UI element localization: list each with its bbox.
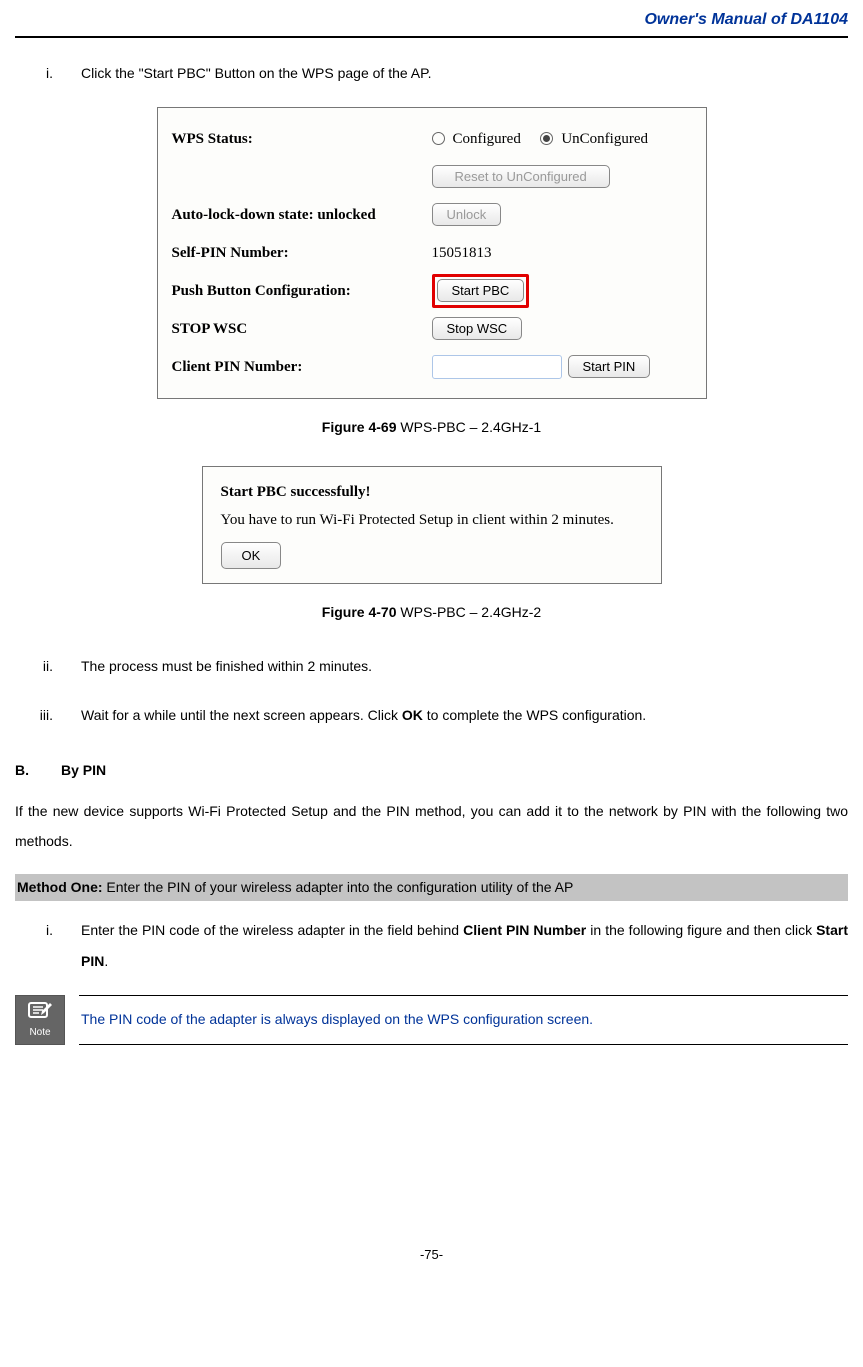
step-ii: ii. The process must be finished within … bbox=[33, 651, 848, 682]
pin-step-i: i. Enter the PIN code of the wireless ad… bbox=[33, 915, 848, 977]
stop-wsc-row: STOP WSC Stop WSC bbox=[172, 312, 692, 346]
manual-title: Owner's Manual of DA1104 bbox=[644, 11, 848, 28]
start-pbc-highlight: Start PBC bbox=[432, 274, 530, 308]
auto-lock-label: Auto-lock-down state: unlocked bbox=[172, 204, 432, 227]
pin-step-i-num: i. bbox=[33, 915, 81, 977]
reset-row: Reset to UnConfigured bbox=[172, 160, 692, 194]
stop-wsc-label: STOP WSC bbox=[172, 318, 432, 341]
start-pin-button[interactable]: Start PIN bbox=[568, 355, 651, 378]
pbc-row: Push Button Configuration: Start PBC bbox=[172, 274, 692, 308]
note-icon-label: Note bbox=[29, 1025, 50, 1040]
step-iii-text: Wait for a while until the next screen a… bbox=[81, 700, 848, 731]
start-pbc-button[interactable]: Start PBC bbox=[437, 279, 525, 302]
client-pin-row: Client PIN Number: Start PIN bbox=[172, 350, 692, 384]
dialog-ok-button[interactable]: OK bbox=[221, 542, 282, 569]
step-i-num: i. bbox=[33, 58, 81, 89]
note-block: Note The PIN code of the adapter is alwa… bbox=[15, 995, 848, 1045]
reset-unconfigured-button[interactable]: Reset to UnConfigured bbox=[432, 165, 610, 188]
client-pin-input[interactable] bbox=[432, 355, 562, 379]
pbc-success-dialog: Start PBC successfully! You have to run … bbox=[202, 466, 662, 584]
step-ii-num: ii. bbox=[33, 651, 81, 682]
figure-4-70-caption: Figure 4-70 WPS-PBC – 2.4GHz-2 bbox=[15, 602, 848, 623]
caption1-rest: WPS-PBC – 2.4GHz-1 bbox=[397, 419, 542, 435]
method-one-bar: Method One: Enter the PIN of your wirele… bbox=[15, 874, 848, 901]
pin-step-i-text: Enter the PIN code of the wireless adapt… bbox=[81, 915, 848, 977]
page-number: -75- bbox=[15, 1245, 848, 1265]
caption2-rest: WPS-PBC – 2.4GHz-2 bbox=[397, 604, 542, 620]
unconfigured-label: UnConfigured bbox=[561, 128, 648, 151]
figure-4-69-caption: Figure 4-69 WPS-PBC – 2.4GHz-1 bbox=[15, 417, 848, 438]
wps-status-controls: Configured UnConfigured bbox=[432, 128, 692, 151]
section-b-heading: B. By PIN bbox=[15, 760, 848, 781]
configured-label: Configured bbox=[453, 128, 521, 151]
step-i-text: Click the "Start PBC" Button on the WPS … bbox=[81, 58, 848, 89]
self-pin-value: 15051813 bbox=[432, 242, 492, 265]
step-iii-num: iii. bbox=[33, 700, 81, 731]
wps-status-label: WPS Status: bbox=[172, 128, 432, 151]
step-i: i. Click the "Start PBC" Button on the W… bbox=[33, 58, 848, 89]
unconfigured-radio[interactable] bbox=[540, 132, 553, 145]
step-iii-ok: OK bbox=[402, 707, 423, 723]
client-pin-label: Client PIN Number: bbox=[172, 356, 432, 379]
self-pin-row: Self-PIN Number: 15051813 bbox=[172, 236, 692, 270]
dialog-line2: You have to run Wi-Fi Protected Setup in… bbox=[221, 509, 643, 532]
method-one-bold: Method One: bbox=[17, 879, 103, 895]
note-text: The PIN code of the adapter is always di… bbox=[79, 995, 848, 1045]
step-ii-text: The process must be finished within 2 mi… bbox=[81, 651, 848, 682]
section-b-letter: B. bbox=[15, 760, 61, 781]
caption1-bold: Figure 4-69 bbox=[322, 419, 397, 435]
pbc-label: Push Button Configuration: bbox=[172, 280, 432, 303]
section-b-title: By PIN bbox=[61, 760, 106, 781]
caption2-bold: Figure 4-70 bbox=[322, 604, 397, 620]
auto-lock-row: Auto-lock-down state: unlocked Unlock bbox=[172, 198, 692, 232]
self-pin-label: Self-PIN Number: bbox=[172, 242, 432, 265]
method-one-rest: Enter the PIN of your wireless adapter i… bbox=[103, 879, 574, 895]
wps-status-row: WPS Status: Configured UnConfigured bbox=[172, 122, 692, 156]
note-icon: Note bbox=[15, 995, 65, 1045]
section-b-intro: If the new device supports Wi-Fi Protect… bbox=[15, 797, 848, 856]
page-header: Owner's Manual of DA1104 bbox=[15, 0, 848, 38]
configured-radio[interactable] bbox=[432, 132, 445, 145]
wps-config-panel: WPS Status: Configured UnConfigured Rese… bbox=[157, 107, 707, 399]
unlock-button[interactable]: Unlock bbox=[432, 203, 502, 226]
dialog-line1: Start PBC successfully! bbox=[221, 481, 643, 504]
step-iii: iii. Wait for a while until the next scr… bbox=[33, 700, 848, 731]
stop-wsc-button[interactable]: Stop WSC bbox=[432, 317, 523, 340]
